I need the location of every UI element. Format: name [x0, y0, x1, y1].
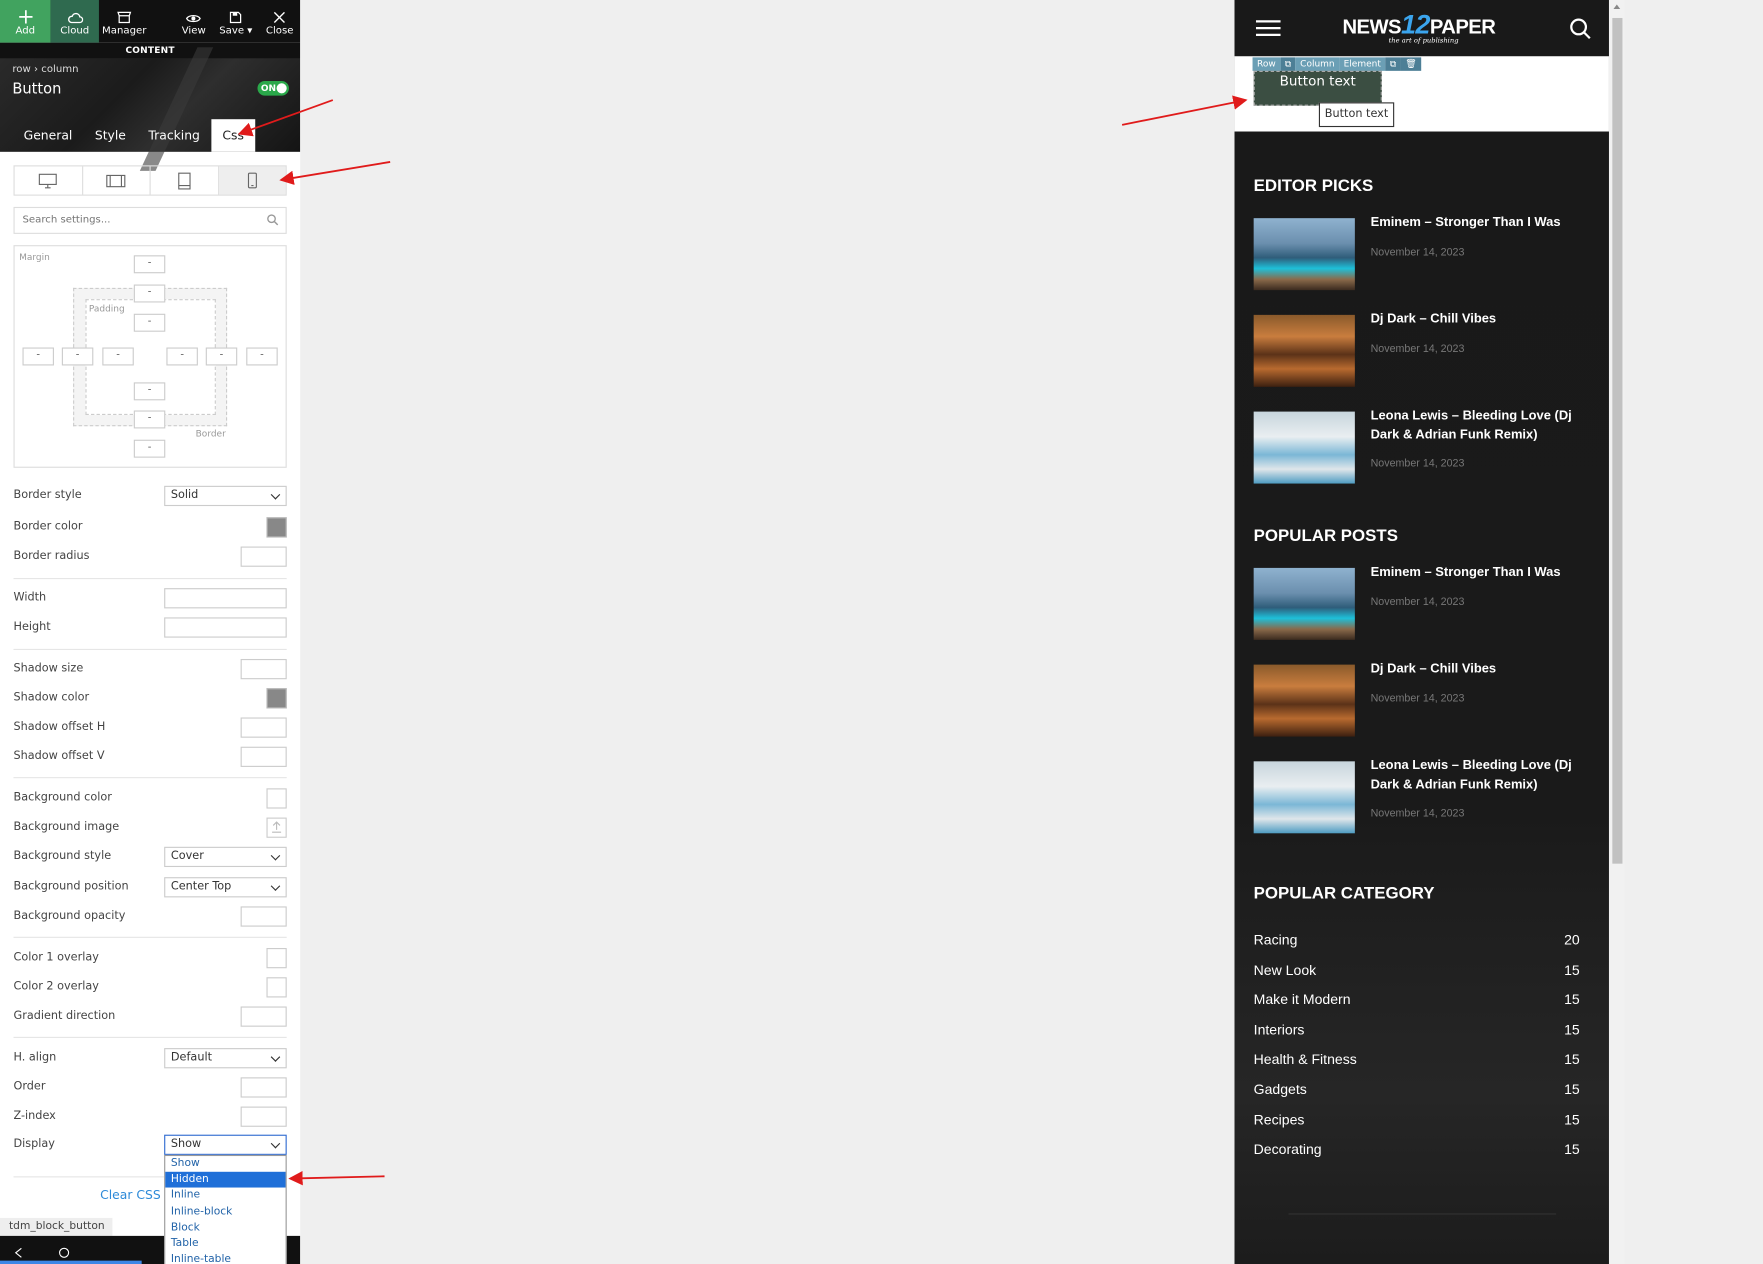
arrow-to-css-tab: [237, 99, 334, 137]
arrow-to-hidden-option: [288, 1171, 385, 1186]
arrow-to-phone-view: [279, 161, 391, 185]
annotation-arrows: [237, 95, 1248, 1186]
arrow-to-button-element: [1121, 95, 1248, 126]
